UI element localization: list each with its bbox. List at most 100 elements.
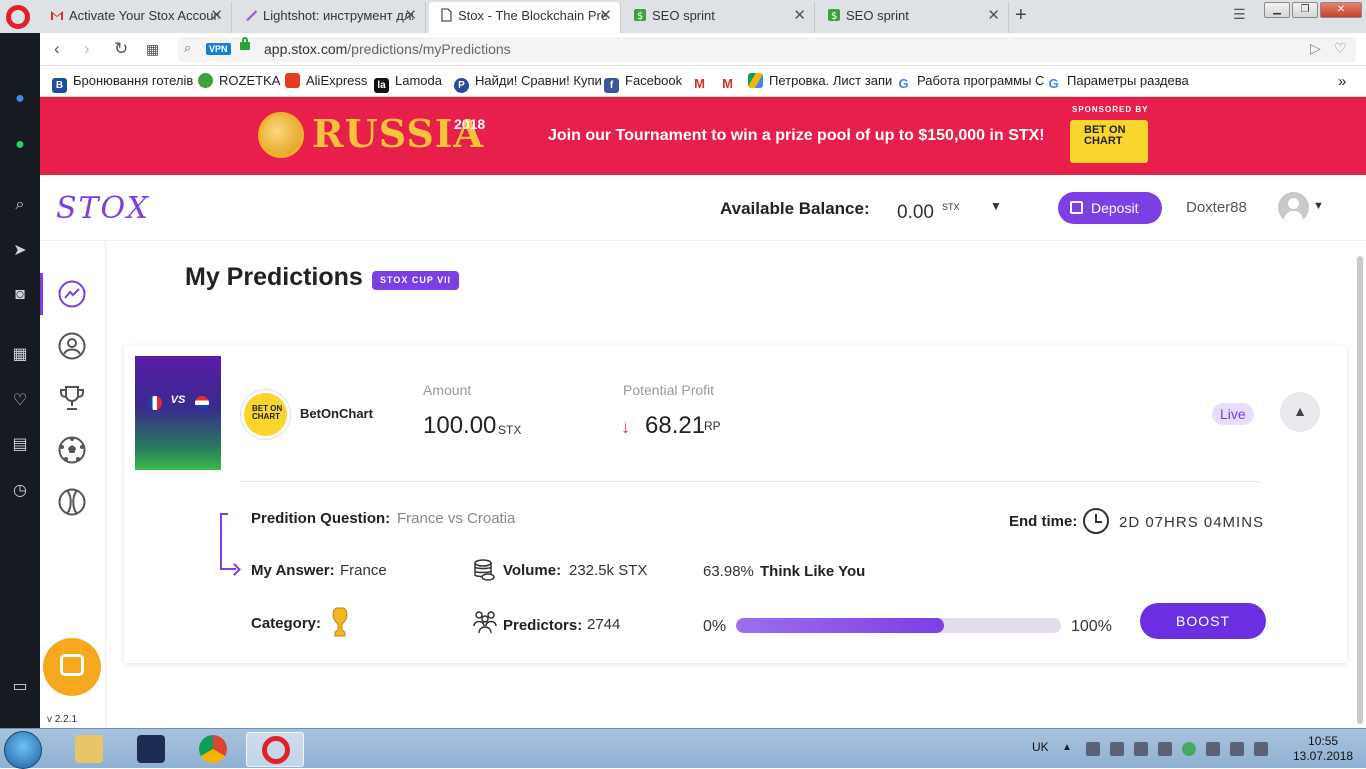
- whatsapp-icon[interactable]: ●: [10, 135, 30, 155]
- bookmark-heart-icon[interactable]: ♡: [1334, 40, 1347, 57]
- betonchart-logo: BET ON CHART: [1070, 120, 1148, 163]
- tray-monitor-icon[interactable]: [1158, 742, 1172, 756]
- minimize-button[interactable]: ▁: [1264, 2, 1290, 18]
- year-text: 2018: [454, 116, 486, 132]
- history-icon[interactable]: ◷: [10, 481, 30, 501]
- nav-predictions-icon[interactable]: [58, 280, 86, 308]
- bookmark-item[interactable]: G Параметры раздева: [1046, 73, 1189, 91]
- send-icon[interactable]: ➤: [10, 241, 30, 261]
- reload-icon[interactable]: ↻: [114, 39, 128, 59]
- clock-datetime[interactable]: 10:55 13.07.2018: [1293, 734, 1353, 764]
- bookmark-item[interactable]: AliExpress: [285, 73, 367, 88]
- bookmarks-overflow-button[interactable]: »: [1338, 73, 1346, 90]
- tab-close-icon[interactable]: ✕: [599, 2, 612, 30]
- maximize-button[interactable]: ❐: [1292, 2, 1318, 18]
- tray-tools-icon[interactable]: [1086, 742, 1100, 756]
- tray-device-icon[interactable]: [1230, 742, 1244, 756]
- tab-close-icon[interactable]: ✕: [404, 2, 417, 30]
- world-cup-trophy-icon: [330, 606, 350, 638]
- messenger-icon[interactable]: ●: [10, 89, 30, 109]
- avatar[interactable]: [1278, 192, 1309, 223]
- tray-printer-icon[interactable]: [1110, 742, 1124, 756]
- tab-close-icon[interactable]: ✕: [987, 2, 1000, 30]
- taskbar-app-2[interactable]: [122, 732, 180, 767]
- bookmark-item[interactable]: la Lamoda: [374, 73, 442, 93]
- browser-tab-2[interactable]: Lightshot: инструмент для ✕: [234, 2, 426, 33]
- browser-tab-1[interactable]: Activate Your Stox Accoun ✕: [40, 2, 232, 33]
- tray-speaker-icon[interactable]: [1134, 742, 1148, 756]
- search-icon[interactable]: ⌕: [10, 195, 30, 215]
- page-scrollbar[interactable]: [1357, 256, 1363, 724]
- forward-icon[interactable]: ›: [84, 39, 90, 59]
- send-page-icon[interactable]: ▷: [1310, 40, 1321, 57]
- bookmark-item[interactable]: M: [720, 73, 741, 91]
- bookmark-item[interactable]: G Работа программы С: [896, 73, 1044, 91]
- news-icon[interactable]: ▤: [10, 435, 30, 455]
- seosprint-icon: $: [633, 4, 647, 22]
- bookmarks-bar: B Бронювання готелів ROZETKA AliExpress l…: [40, 66, 1366, 97]
- opera-sidebar: ● ● ⌕ ➤ ◙ ▦ ♡ ▤ ◷ ▭: [0, 33, 40, 728]
- back-icon[interactable]: ‹: [54, 39, 60, 59]
- world-cup-logo-icon: [258, 112, 304, 158]
- app-icon: [137, 735, 165, 763]
- bookmark-item[interactable]: P Найди! Сравни! Купи: [454, 73, 602, 93]
- heart-icon[interactable]: ♡: [10, 391, 30, 411]
- sidebar-toggle-icon[interactable]: ▭: [10, 677, 30, 697]
- bookmark-item[interactable]: f Facebook: [604, 73, 682, 93]
- show-hidden-icons-icon[interactable]: ▲: [1062, 742, 1076, 756]
- tab-close-icon[interactable]: ✕: [793, 2, 806, 30]
- main-content: My Predictions STOX CUP VII VS BET ON CH…: [106, 241, 1366, 728]
- balance-value: 0.00: [897, 202, 934, 223]
- taskbar-opera[interactable]: [246, 732, 304, 767]
- browser-tab-4[interactable]: $ SEO sprint ✕: [623, 2, 815, 33]
- tray-green-icon[interactable]: [1182, 742, 1196, 756]
- nav-trophy-icon[interactable]: [58, 384, 86, 412]
- progress-fill: [736, 618, 944, 633]
- opera-menu-icon[interactable]: [6, 5, 30, 29]
- browser-tab-3-active[interactable]: Stox - The Blockchain Pred ✕: [429, 2, 621, 33]
- think-like-you-label: Think Like You: [760, 563, 866, 580]
- category-label: Category:: [251, 615, 322, 632]
- bookmark-item[interactable]: Петровка. Лист запи: [748, 73, 892, 88]
- vpn-badge[interactable]: VPN: [206, 43, 231, 55]
- new-tab-button[interactable]: +: [1015, 4, 1027, 26]
- boost-button[interactable]: BOOST: [1140, 603, 1266, 639]
- deposit-button[interactable]: Deposit: [1058, 192, 1162, 224]
- browser-tab-5[interactable]: $ SEO sprint ✕: [817, 2, 1009, 33]
- match-thumbnail[interactable]: VS: [135, 356, 221, 470]
- tournament-banner[interactable]: RUSSIA 2018 Join our Tournament to win a…: [40, 97, 1366, 175]
- tabs-grid-icon[interactable]: ▦: [146, 39, 159, 59]
- active-nav-indicator: [40, 273, 43, 315]
- stox-logo[interactable]: STOX: [56, 191, 150, 226]
- language-indicator[interactable]: UK: [1032, 740, 1049, 754]
- bookmark-item[interactable]: B Бронювання готелів: [52, 73, 193, 93]
- bookmark-item[interactable]: ROZETKA: [198, 73, 280, 88]
- chat-support-icon[interactable]: [43, 638, 101, 696]
- windows-start-button[interactable]: [4, 731, 42, 769]
- gmail-icon: M: [720, 76, 735, 91]
- volume-icon[interactable]: [1254, 742, 1268, 756]
- speed-dial-icon[interactable]: ▦: [10, 345, 30, 365]
- progress-max-label: 100%: [1071, 618, 1112, 635]
- amount-value: 100.00: [423, 412, 497, 439]
- nav-profile-icon[interactable]: [58, 332, 86, 360]
- taskbar-explorer[interactable]: [60, 732, 118, 767]
- chevron-down-icon[interactable]: ▼: [990, 199, 1002, 213]
- google-drive-icon: [748, 73, 763, 88]
- taskbar-chrome[interactable]: [184, 732, 242, 767]
- coins-icon: [473, 558, 495, 582]
- network-icon[interactable]: [1206, 742, 1220, 756]
- window-close-button[interactable]: ✕: [1320, 2, 1362, 18]
- collapse-button[interactable]: ▲: [1280, 392, 1320, 432]
- username[interactable]: Doxter88: [1186, 199, 1247, 216]
- camera-icon[interactable]: ◙: [10, 285, 30, 305]
- nav-tennis-icon[interactable]: [58, 488, 86, 516]
- nav-football-icon[interactable]: [58, 436, 86, 464]
- lock-icon[interactable]: [240, 37, 250, 50]
- bookmark-item[interactable]: M: [692, 73, 713, 91]
- url-input[interactable]: ⌕ VPN app.stox.com/predictions/myPredict…: [178, 37, 1356, 62]
- chevron-down-icon[interactable]: ▼: [1313, 200, 1324, 212]
- tab-close-icon[interactable]: ✕: [210, 2, 223, 30]
- app-header: STOX Available Balance: 0.00 STX ▼ Depos…: [40, 175, 1366, 241]
- tab-menu-icon[interactable]: ☰: [1233, 6, 1246, 23]
